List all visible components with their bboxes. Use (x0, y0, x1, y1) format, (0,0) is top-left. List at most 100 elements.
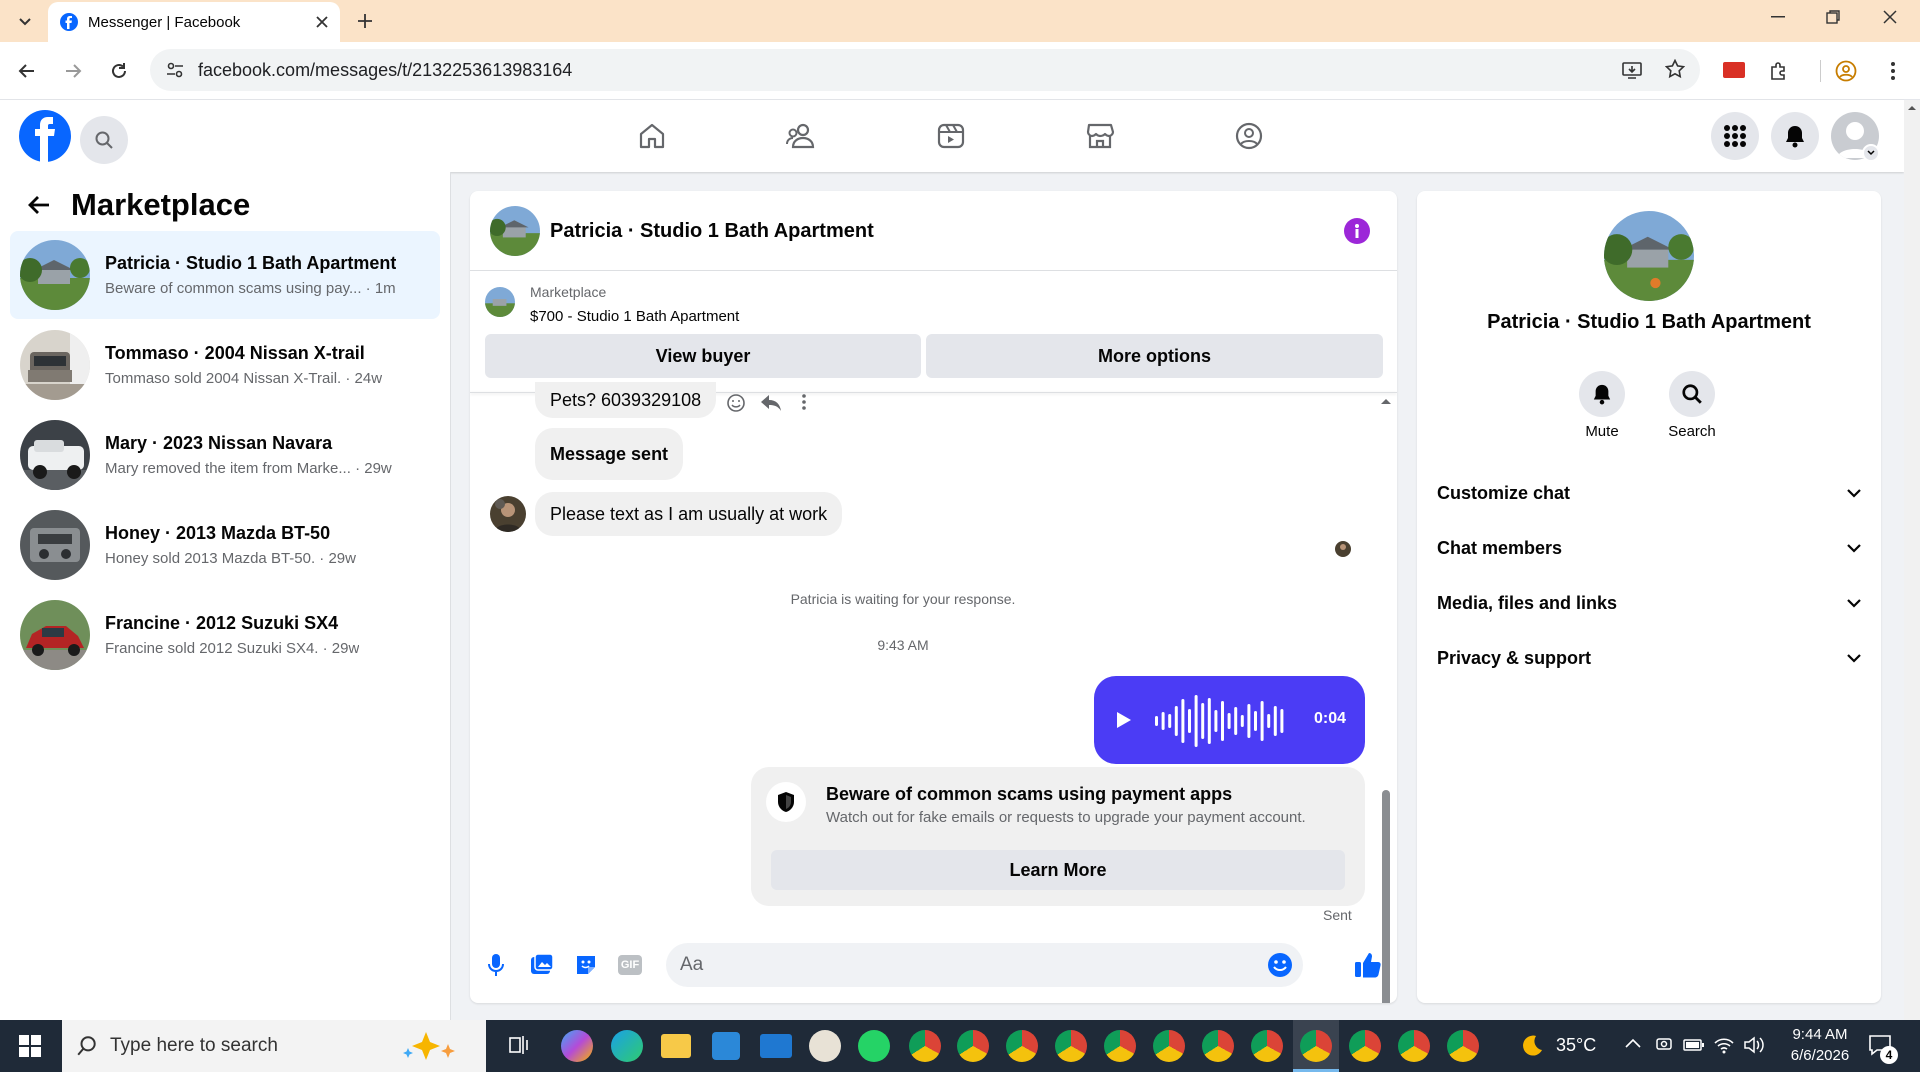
close-window-button[interactable] (1870, 0, 1910, 34)
copilot-app-icon[interactable] (561, 1030, 593, 1062)
chat-title[interactable]: Patricia · Studio 1 Bath Apartment (550, 220, 874, 243)
search-in-conversation-button[interactable] (1669, 371, 1715, 417)
install-app-icon[interactable] (1622, 60, 1642, 80)
reload-button[interactable] (104, 56, 134, 86)
message-input[interactable]: Aa (666, 943, 1303, 987)
minimize-button[interactable] (1760, 0, 1796, 34)
nav-home-button[interactable] (618, 112, 686, 160)
extensions-puzzle-icon[interactable] (1766, 58, 1792, 84)
profile-avatar-icon[interactable] (1833, 58, 1859, 84)
menu-grid-button[interactable] (1711, 112, 1759, 160)
task-view-icon[interactable] (508, 1034, 530, 1056)
mute-button[interactable] (1579, 371, 1625, 417)
conversation-item[interactable]: Mary · 2023 Nissan Navara Mary removed th… (10, 411, 440, 499)
gif-icon[interactable]: GIF (618, 955, 642, 975)
microsoft-store-icon[interactable] (712, 1032, 740, 1060)
listing-title[interactable]: $700 - Studio 1 Bath Apartment (530, 308, 739, 325)
chrome-icon[interactable] (1447, 1030, 1479, 1062)
voice-message-bubble[interactable]: 0:04 (1094, 676, 1365, 764)
chat-header-avatar[interactable] (490, 206, 540, 256)
chrome-icon[interactable] (909, 1030, 941, 1062)
chrome-icon[interactable] (1006, 1030, 1038, 1062)
conversation-info-icon[interactable] (1344, 218, 1370, 244)
close-tab-icon[interactable] (316, 16, 328, 28)
back-arrow-icon[interactable] (24, 190, 54, 220)
listing-thumbnail[interactable] (485, 287, 515, 317)
received-message[interactable]: Pets? 6039329108 (535, 382, 717, 418)
nav-marketplace-button[interactable] (1066, 112, 1134, 160)
account-chevron-icon[interactable] (1862, 144, 1880, 162)
received-message[interactable]: Please text as I am usually at work (535, 492, 843, 536)
chrome-icon[interactable] (1055, 1030, 1087, 1062)
start-button[interactable] (0, 1020, 60, 1072)
conversation-item[interactable]: Tommaso · 2004 Nissan X-trail Tommaso sol… (10, 321, 440, 409)
sticker-icon[interactable] (574, 953, 598, 977)
taskbar-search-box[interactable]: Type here to search (62, 1020, 486, 1072)
site-info-icon[interactable] (166, 61, 184, 79)
battery-icon[interactable] (1683, 1038, 1705, 1052)
new-tab-button[interactable] (350, 6, 380, 36)
audio-waveform[interactable] (1154, 694, 1286, 748)
nav-video-button[interactable] (917, 112, 985, 160)
chrome-icon[interactable] (1398, 1030, 1430, 1062)
edge-browser-icon[interactable] (611, 1030, 643, 1062)
message-more-icon[interactable] (802, 394, 806, 410)
react-smiley-icon[interactable] (726, 393, 746, 413)
chrome-icon[interactable] (1300, 1030, 1332, 1062)
file-explorer-icon[interactable] (661, 1034, 691, 1058)
nav-friends-button[interactable] (767, 112, 835, 160)
voice-clip-icon[interactable] (487, 953, 505, 977)
reply-icon[interactable] (760, 393, 782, 413)
attach-image-icon[interactable] (530, 953, 554, 977)
tray-overflow-icon[interactable] (1625, 1038, 1641, 1048)
chrome-icon[interactable] (1349, 1030, 1381, 1062)
notifications-button[interactable] (1771, 112, 1819, 160)
browser-tab-messenger[interactable]: Messenger | Facebook (48, 2, 340, 42)
play-icon[interactable] (1116, 711, 1132, 729)
bookmark-star-icon[interactable] (1665, 59, 1685, 79)
mail-icon[interactable] (760, 1034, 792, 1058)
conversation-item[interactable]: Honey · 2013 Mazda BT-50 Honey sold 2013 … (10, 501, 440, 589)
volume-icon[interactable] (1743, 1036, 1765, 1054)
wifi-icon[interactable] (1714, 1036, 1734, 1054)
customize-chat-section[interactable]: Customize chat (1437, 473, 1861, 513)
privacy-support-section[interactable]: Privacy & support (1437, 638, 1861, 678)
learn-more-button[interactable]: Learn More (771, 850, 1345, 890)
weather-moon-icon[interactable] (1518, 1033, 1544, 1059)
chrome-icon[interactable] (1251, 1030, 1283, 1062)
url-text[interactable]: facebook.com/messages/t/2132253613983164 (198, 60, 572, 81)
chrome-icon[interactable] (1202, 1030, 1234, 1062)
chrome-icon[interactable] (1153, 1030, 1185, 1062)
chrome-icon[interactable] (1104, 1030, 1136, 1062)
nav-gaming-button[interactable] (1215, 112, 1283, 160)
more-options-button[interactable]: More options (926, 334, 1383, 378)
chat-scroll-thumb[interactable] (1382, 790, 1390, 1003)
received-message[interactable]: Message sent (535, 428, 684, 480)
browser-menu-icon[interactable] (1880, 58, 1906, 84)
restore-button[interactable] (1815, 0, 1851, 34)
sender-avatar[interactable] (490, 496, 526, 532)
chat-scrollbar[interactable] (1379, 396, 1393, 1003)
weather-temperature[interactable]: 35°C (1556, 1035, 1596, 1056)
whatsapp-icon[interactable] (858, 1030, 890, 1062)
chat-members-section[interactable]: Chat members (1437, 528, 1861, 568)
like-thumbs-up-icon[interactable] (1354, 951, 1382, 979)
back-button[interactable] (12, 56, 42, 86)
media-files-links-section[interactable]: Media, files and links (1437, 583, 1861, 623)
emoji-icon[interactable] (1267, 952, 1293, 978)
clock-time[interactable]: 9:44 AM (1770, 1026, 1870, 1043)
page-scrollbar[interactable] (1904, 100, 1920, 1020)
paint-app-icon[interactable] (809, 1030, 841, 1062)
view-buyer-button[interactable]: View buyer (485, 334, 921, 378)
facebook-search-button[interactable] (80, 116, 128, 164)
conversation-item[interactable]: Francine · 2012 Suzuki SX4 Francine sold … (10, 591, 440, 679)
clock-date[interactable]: 6/6/2026 (1770, 1047, 1870, 1064)
details-avatar[interactable] (1604, 211, 1694, 301)
facebook-logo-icon[interactable] (19, 110, 71, 162)
conversation-item[interactable]: Patricia · Studio 1 Bath Apartment Beware… (10, 231, 440, 319)
extension-red-icon[interactable] (1723, 62, 1745, 78)
address-bar[interactable]: facebook.com/messages/t/2132253613983164 (150, 49, 1700, 91)
chrome-icon[interactable] (957, 1030, 989, 1062)
tray-camera-icon[interactable] (1655, 1035, 1673, 1055)
forward-button[interactable] (58, 56, 88, 86)
